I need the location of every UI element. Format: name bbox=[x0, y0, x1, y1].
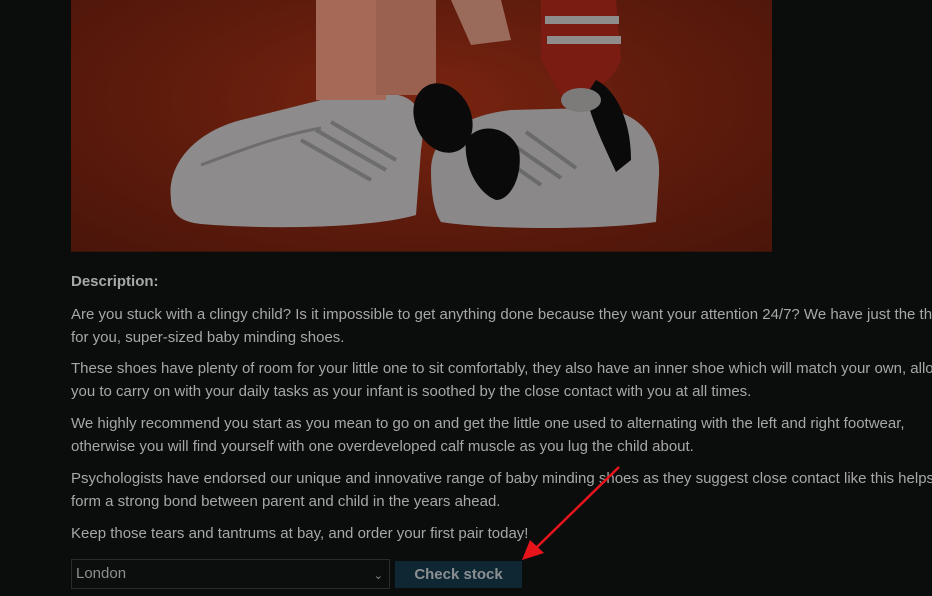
description-paragraph: Are you stuck with a clingy child? Is it… bbox=[71, 306, 932, 346]
product-photo bbox=[170, 0, 660, 228]
description-paragraph: Keep those tears and tantrums at bay, an… bbox=[71, 525, 529, 542]
description-paragraph: These shoes have plenty of room for your… bbox=[71, 360, 932, 400]
check-stock-button[interactable]: Check stock bbox=[395, 561, 522, 588]
product-description: Description: Are you stuck with a clingy… bbox=[71, 271, 932, 556]
description-paragraph: Psychologists have endorsed our unique a… bbox=[71, 470, 932, 510]
store-select[interactable]: London ⌄ bbox=[71, 559, 390, 589]
description-label: Description: bbox=[71, 273, 159, 290]
chevron-down-icon: ⌄ bbox=[373, 570, 383, 582]
description-paragraph: We highly recommend you start as you mea… bbox=[71, 415, 905, 455]
product-image bbox=[71, 0, 772, 252]
store-select-value: London bbox=[76, 565, 127, 582]
